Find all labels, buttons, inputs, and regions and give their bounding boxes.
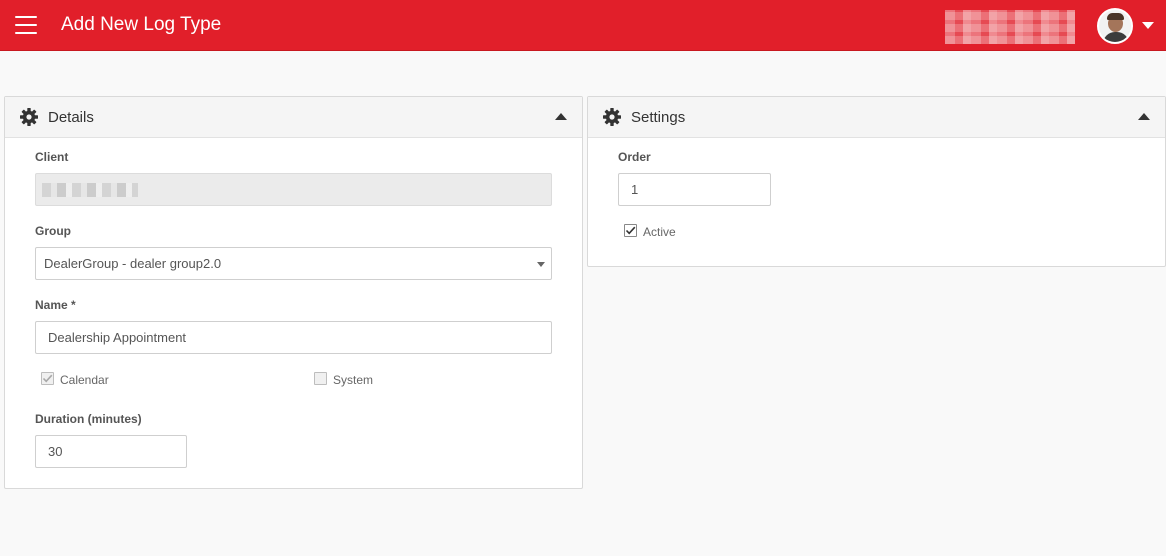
chevron-down-icon (537, 262, 545, 267)
settings-panel-header[interactable]: Settings (588, 97, 1165, 138)
avatar[interactable] (1097, 8, 1133, 44)
top-app-bar: Add New Log Type (0, 0, 1166, 51)
client-field (35, 173, 552, 206)
details-panel-header[interactable]: Details (5, 97, 582, 138)
details-panel-title: Details (48, 109, 94, 126)
name-input[interactable]: Dealership Appointment (35, 321, 552, 354)
gear-icon (20, 108, 38, 126)
duration-input[interactable]: 30 (35, 435, 187, 468)
active-checkbox[interactable] (624, 224, 637, 237)
page-title: Add New Log Type (61, 14, 222, 35)
calendar-label: Calendar (60, 373, 109, 387)
client-value-redacted (42, 183, 138, 197)
order-input[interactable]: 1 (618, 173, 771, 206)
hamburger-menu-icon[interactable] (15, 16, 37, 34)
group-select[interactable]: DealerGroup - dealer group2.0 (35, 247, 552, 280)
gear-icon (603, 108, 621, 126)
client-label: Client (35, 150, 69, 164)
name-label: Name * (35, 298, 76, 312)
user-menu-chevron-down-icon[interactable] (1142, 22, 1154, 29)
system-checkbox[interactable] (314, 372, 327, 385)
group-select-value: DealerGroup - dealer group2.0 (44, 256, 222, 271)
details-panel: Details Client Group DealerGroup - deale… (4, 96, 583, 489)
collapse-chevron-up-icon[interactable] (1138, 113, 1150, 120)
system-label: System (333, 373, 374, 387)
calendar-checkbox[interactable] (41, 372, 54, 385)
order-label: Order (618, 150, 651, 164)
user-name-redacted (945, 10, 1075, 44)
collapse-chevron-up-icon[interactable] (555, 113, 567, 120)
group-label: Group (35, 224, 71, 238)
settings-panel-title: Settings (631, 109, 686, 126)
active-label: Active (643, 225, 676, 239)
settings-panel: Settings Order 1 Active (587, 96, 1166, 267)
duration-label: Duration (minutes) (35, 412, 142, 426)
